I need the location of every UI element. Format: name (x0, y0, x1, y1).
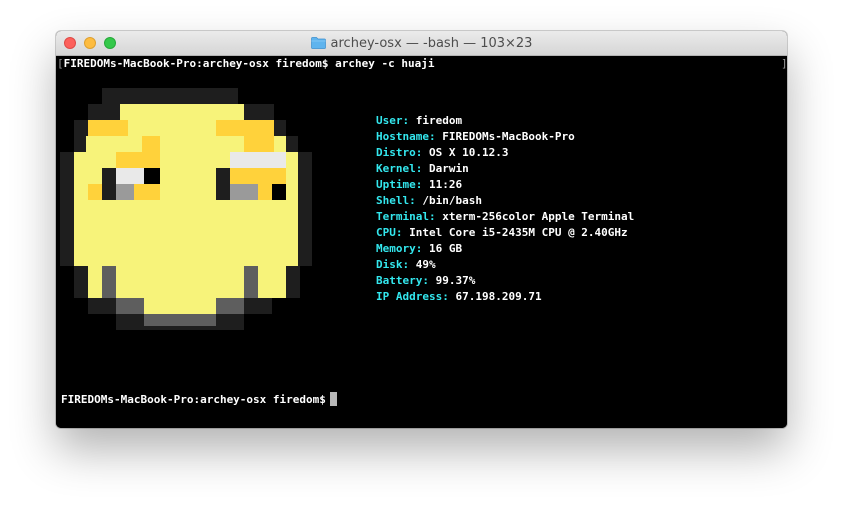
window-title: archey-osx — -bash — 103×23 (330, 35, 533, 51)
text-cursor (329, 392, 337, 406)
info-row-disk: Disk: 49% (376, 258, 436, 271)
title-bar[interactable]: archey-osx — -bash — 103×23 (56, 31, 787, 56)
info-row-cpu: CPU: Intel Core i5-2435M CPU @ 2.40GHz (376, 226, 628, 239)
info-row-battery: Battery: 99.37% (376, 274, 476, 287)
final-prompt: FIREDOMs-MacBook-Pro:archey-osx firedom$ (61, 393, 326, 406)
command-text: archey -c huaji (335, 57, 435, 70)
system-info-list: User: firedom Hostname: FIREDOMs-MacBook… (376, 113, 634, 305)
info-row-terminal: Terminal: xterm-256color Apple Terminal (376, 210, 635, 223)
window-title-group: archey-osx — -bash — 103×23 (56, 31, 787, 55)
info-row-kernel: Kernel: Darwin (376, 162, 469, 175)
terminal-window: archey-osx — -bash — 103×23 [FIREDOMs-Ma… (56, 31, 787, 428)
info-row-ip-address: IP Address: 67.198.209.71 (376, 290, 542, 303)
huaji-face-ascii-art (60, 88, 312, 330)
info-row-hostname: Hostname: FIREDOMs-MacBook-Pro (376, 130, 575, 143)
info-row-uptime: Uptime: 11:26 (376, 178, 463, 191)
terminal-content[interactable]: [FIREDOMs-MacBook-Pro:archey-osx firedom… (56, 56, 787, 428)
info-row-shell: Shell: /bin/bash (376, 194, 482, 207)
info-row-user: User: firedom (376, 114, 463, 127)
final-prompt-line: FIREDOMs-MacBook-Pro:archey-osx firedom$ (61, 392, 337, 408)
info-row-memory: Memory: 16 GB (376, 242, 463, 255)
right-bracket-marker: ] (781, 57, 787, 70)
info-row-distro: Distro: OS X 10.12.3 (376, 146, 509, 159)
folder-icon (310, 37, 326, 49)
